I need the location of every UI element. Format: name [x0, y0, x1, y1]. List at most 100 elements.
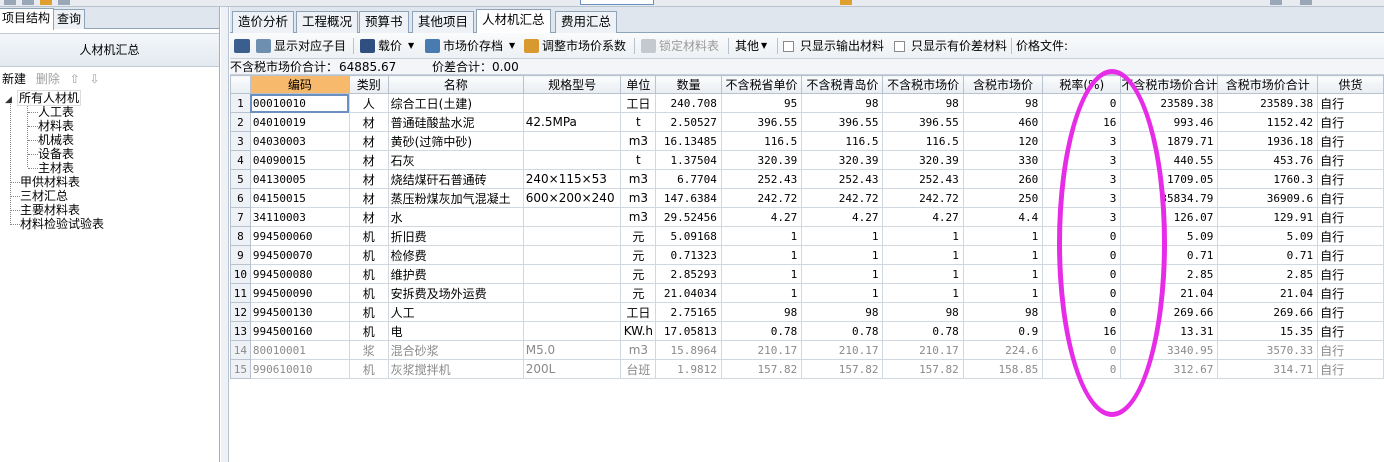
table-row[interactable]: 6 04150015 材蒸压粉煤灰加气混凝土 600×200×240 m3 147.638… — [230, 188, 1384, 208]
market-price-cell[interactable]: 242.72 — [882, 188, 964, 208]
tax-rate-cell[interactable]: 0 — [1042, 245, 1122, 265]
tab-budget[interactable]: 预算书 — [359, 11, 409, 33]
province-price-cell[interactable]: 4.27 — [720, 207, 803, 227]
toolbar-icon[interactable] — [40, 0, 52, 5]
code-cell[interactable]: 04090015 — [249, 150, 350, 170]
name-cell[interactable]: 电 — [387, 321, 524, 341]
quantity-cell[interactable]: 1.37504 — [655, 150, 722, 170]
quantity-cell[interactable]: 21.04034 — [655, 283, 722, 303]
header-qingdao-price[interactable]: 不含税青岛价 — [801, 75, 884, 94]
unit-cell[interactable]: 元 — [620, 226, 657, 246]
spec-cell[interactable] — [522, 150, 622, 170]
name-cell[interactable]: 维护费 — [387, 264, 524, 284]
quantity-cell[interactable]: 6.7704 — [655, 169, 722, 189]
taxed-market-total-cell[interactable]: 23589.38 — [1217, 93, 1319, 113]
header-taxed-market-price[interactable]: 含税市场价 — [962, 75, 1044, 94]
market-total-cell[interactable]: 1709.05 — [1120, 169, 1219, 189]
category-cell[interactable]: 机 — [348, 283, 389, 303]
code-cell[interactable]: 994500090 — [249, 283, 350, 303]
market-archive-button[interactable]: 市场价存档 ▼ — [425, 33, 515, 59]
taxed-market-total-cell[interactable]: 453.76 — [1217, 150, 1319, 170]
taxed-market-price-cell[interactable]: 460 — [962, 112, 1044, 132]
name-cell[interactable]: 人工 — [387, 302, 524, 322]
province-price-cell[interactable]: 157.82 — [720, 359, 803, 379]
quantity-cell[interactable]: 240.708 — [655, 93, 722, 113]
delete-button[interactable]: 删除 — [36, 72, 60, 86]
supply-cell[interactable]: 自行 — [1317, 245, 1384, 265]
tab-labor-material-summary[interactable]: 人材机汇总 — [476, 9, 551, 34]
name-cell[interactable]: 安拆费及场外运费 — [387, 283, 524, 303]
taxed-market-total-cell[interactable]: 36909.6 — [1217, 188, 1319, 208]
market-total-cell[interactable]: 440.55 — [1120, 150, 1219, 170]
only-diff-checkbox[interactable]: 只显示有价差材料 — [894, 33, 1007, 59]
province-price-cell[interactable]: 95 — [720, 93, 803, 113]
unit-cell[interactable]: m3 — [620, 188, 657, 208]
name-cell[interactable]: 综合工日(土建) — [387, 93, 524, 113]
market-price-cell[interactable]: 210.17 — [882, 340, 964, 360]
tree-node-owner-supplied[interactable]: 甲供材料表 — [4, 175, 219, 189]
code-cell[interactable]: 994500160 — [249, 321, 350, 341]
province-price-cell[interactable]: 396.55 — [720, 112, 803, 132]
taxed-market-total-cell[interactable]: 3570.33 — [1217, 340, 1319, 360]
quantity-cell[interactable]: 2.85293 — [655, 264, 722, 284]
unit-cell[interactable]: m3 — [620, 169, 657, 189]
taxed-market-price-cell[interactable]: 4.4 — [962, 207, 1044, 227]
spec-cell[interactable]: 42.5MPa — [522, 112, 622, 132]
taxed-market-total-cell[interactable]: 269.66 — [1217, 302, 1319, 322]
taxed-market-price-cell[interactable]: 1 — [962, 264, 1044, 284]
spec-cell[interactable] — [522, 226, 622, 246]
taxed-market-total-cell[interactable]: 21.04 — [1217, 283, 1319, 303]
quantity-cell[interactable]: 5.09168 — [655, 226, 722, 246]
code-cell[interactable]: 04150015 — [249, 188, 350, 208]
header-spec[interactable]: 规格型号 — [522, 75, 622, 94]
market-price-cell[interactable]: 320.39 — [882, 150, 964, 170]
supply-cell[interactable]: 自行 — [1317, 169, 1384, 189]
market-total-cell[interactable]: 2.85 — [1120, 264, 1219, 284]
header-market-price[interactable]: 不含税市场价 — [882, 75, 964, 94]
binoculars-icon[interactable] — [234, 33, 253, 59]
supply-cell[interactable]: 自行 — [1317, 188, 1384, 208]
tax-rate-cell[interactable]: 3 — [1042, 207, 1122, 227]
spec-cell[interactable]: 200L — [522, 359, 622, 379]
load-price-button[interactable]: 载价 ▼ — [360, 33, 414, 59]
table-row[interactable]: 5 04130005 材烧结煤矸石普通砖 240×115×53 m3 6.7704 252.… — [230, 169, 1384, 189]
province-price-cell[interactable]: 320.39 — [720, 150, 803, 170]
collapse-icon[interactable]: ◢ — [4, 96, 13, 105]
tax-rate-cell[interactable]: 0 — [1042, 302, 1122, 322]
tree-node-material[interactable]: 材料表 — [4, 119, 219, 133]
quantity-cell[interactable]: 2.50527 — [655, 112, 722, 132]
code-cell[interactable]: 994500060 — [249, 226, 350, 246]
new-button[interactable]: 新建 — [2, 72, 26, 86]
tab-other-items[interactable]: 其他项目 — [412, 11, 475, 33]
tax-rate-cell[interactable]: 0 — [1042, 340, 1122, 360]
code-cell[interactable]: 34110003 — [249, 207, 350, 227]
only-output-checkbox[interactable]: 只显示输出材料 — [783, 33, 884, 59]
header-code[interactable]: 编码 — [249, 75, 350, 94]
qingdao-price-cell[interactable]: 1 — [801, 283, 884, 303]
market-price-cell[interactable]: 157.82 — [882, 359, 964, 379]
tree-node-inspection[interactable]: 材料检验试验表 — [4, 217, 219, 231]
quantity-cell[interactable]: 16.13485 — [655, 131, 722, 151]
qingdao-price-cell[interactable]: 98 — [801, 93, 884, 113]
spec-cell[interactable]: M5.0 — [522, 340, 622, 360]
show-sub-items-button[interactable]: 显示对应子目 — [256, 33, 346, 59]
spec-cell[interactable] — [522, 245, 622, 265]
tax-rate-cell[interactable]: 0 — [1042, 93, 1122, 113]
tab-query[interactable]: 查询 — [53, 9, 86, 29]
name-cell[interactable]: 折旧费 — [387, 226, 524, 246]
name-cell[interactable]: 蒸压粉煤灰加气混凝土 — [387, 188, 524, 208]
province-price-cell[interactable]: 252.43 — [720, 169, 803, 189]
category-cell[interactable]: 人 — [348, 93, 389, 113]
unit-cell[interactable]: m3 — [620, 131, 657, 151]
qingdao-price-cell[interactable]: 1 — [801, 226, 884, 246]
province-price-cell[interactable]: 1 — [720, 245, 803, 265]
supply-cell[interactable]: 自行 — [1317, 226, 1384, 246]
tab-fee-summary[interactable]: 费用汇总 — [555, 11, 618, 33]
supply-cell[interactable]: 自行 — [1317, 283, 1384, 303]
category-cell[interactable]: 机 — [348, 226, 389, 246]
header-market-total[interactable]: 不含税市场价合计 — [1120, 75, 1219, 94]
category-cell[interactable]: 材 — [348, 207, 389, 227]
taxed-market-price-cell[interactable]: 1 — [962, 226, 1044, 246]
taxed-market-price-cell[interactable]: 224.6 — [962, 340, 1044, 360]
market-price-cell[interactable]: 1 — [882, 226, 964, 246]
